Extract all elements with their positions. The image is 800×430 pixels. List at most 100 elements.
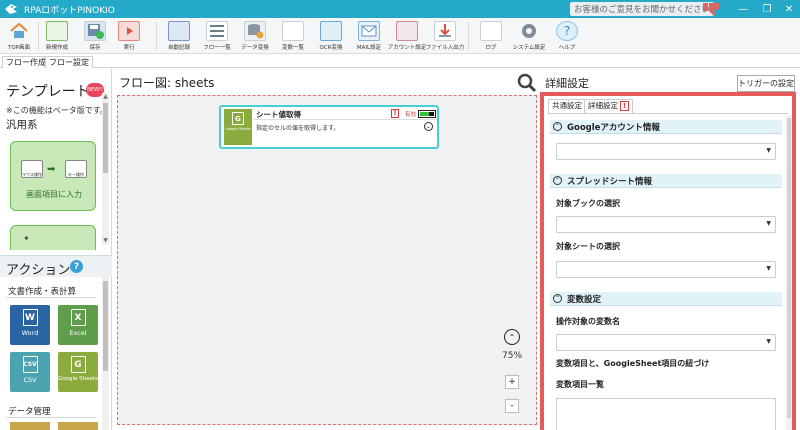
- toolbar-system-settings-button[interactable]: システム設定: [513, 20, 545, 52]
- warning-icon: !: [620, 101, 629, 111]
- ocr-icon: [320, 21, 342, 41]
- action-excel[interactable]: X Excel: [58, 305, 98, 345]
- minimize-button[interactable]: —: [732, 0, 754, 18]
- book-select-label: 対象ブックの選択: [556, 199, 620, 208]
- csv-icon: CSV: [22, 356, 38, 373]
- action-data-tile-2[interactable]: [58, 422, 98, 430]
- title-bar: RPAロボットPINOKIO お客様のご意見をお聞かせください — ❐ ✕: [0, 0, 800, 18]
- scroll-up-icon[interactable]: ▲: [102, 93, 109, 100]
- toolbar-new-button[interactable]: 新規作成: [42, 20, 72, 52]
- excel-icon: X: [70, 309, 86, 326]
- actions-title: アクション: [6, 263, 71, 278]
- thumbs-down-icon[interactable]: [702, 1, 724, 17]
- action-csv[interactable]: CSV CSV: [10, 352, 50, 392]
- toolbar-variable-list-button[interactable]: 変数一覧: [278, 20, 308, 52]
- tab-flow-settings[interactable]: フロー設定: [45, 56, 93, 68]
- search-icon[interactable]: [517, 73, 537, 93]
- category-docs: 文書作成・表計算: [8, 287, 77, 297]
- caret-down-icon: ▼: [766, 147, 771, 154]
- zoom-in-button[interactable]: +: [505, 375, 519, 389]
- chevron-up-icon[interactable]: ⌃: [553, 122, 562, 131]
- node-enabled-toggle[interactable]: [418, 110, 436, 118]
- toolbar-save-button[interactable]: 保存: [80, 20, 110, 52]
- section-google-account[interactable]: ⌃ Googleアカウント情報: [550, 120, 782, 134]
- chevron-down-icon[interactable]: ⌄: [424, 122, 433, 131]
- sheet-select[interactable]: ▼: [556, 261, 776, 278]
- toolbar-file-io-button[interactable]: ファイル入出力: [426, 20, 464, 52]
- google-account-select[interactable]: ▼: [556, 143, 776, 160]
- tab-common-settings[interactable]: 共通設定: [548, 99, 586, 113]
- section-variables[interactable]: ⌃ 変数設定: [550, 292, 782, 306]
- toolbar-data-convert-button[interactable]: データ変換: [240, 20, 270, 52]
- variable-list-label: 変数項目一覧: [556, 380, 604, 389]
- template-card-caption: 画面項目に入力: [26, 190, 82, 199]
- node-description: 指定のセルの値を取得します。: [256, 125, 340, 132]
- mapping-label: 変数項目と、GoogleSheet項目の紐づけ: [556, 359, 710, 368]
- template-scrollbar[interactable]: ▲ ▼: [102, 93, 109, 245]
- gear-icon: [518, 21, 540, 41]
- word-icon: W: [22, 309, 38, 326]
- trigger-settings-button[interactable]: トリガーの設定: [737, 75, 795, 92]
- variable-name-label: 操作対象の変数名: [556, 317, 620, 326]
- sheet-select-label: 対象シートの選択: [556, 242, 620, 251]
- variable-list-area[interactable]: [556, 398, 776, 430]
- flow-title: フロー図: sheets: [119, 76, 215, 90]
- variable-select[interactable]: ▼: [556, 334, 776, 351]
- toolbar-log-button[interactable]: ログ: [476, 20, 506, 52]
- google-sheets-icon: G: [70, 356, 86, 373]
- templates-title: テンプレート: [6, 84, 90, 100]
- left-panel: テンプレート NEW!! ※この機能はベータ版です。 汎用系 マウス操作 ➡ キ…: [0, 69, 112, 430]
- pinokio-logo-icon: [2, 0, 20, 18]
- toolbar: TOP画面 新規作成 保存 実行 自動記録 フロー一覧 データ変換 変数一覧 O…: [0, 18, 800, 54]
- sparkle-icon: ✦: [23, 234, 30, 243]
- actions-help-icon[interactable]: ?: [70, 260, 83, 273]
- mouse-icon: マウス操作: [21, 160, 43, 178]
- template-card-screen-input[interactable]: マウス操作 ➡ キー操作 画面項目に入力: [10, 141, 96, 211]
- scroll-down-icon[interactable]: ▼: [102, 237, 109, 244]
- tab-flow-create[interactable]: フロー作成: [2, 56, 50, 68]
- chevron-up-icon[interactable]: ⌃: [553, 294, 562, 303]
- toolbar-top-button[interactable]: TOP画面: [4, 20, 34, 52]
- run-icon: [118, 21, 140, 41]
- file-io-icon: [434, 21, 456, 41]
- app-title: RPAロボットPINOKIO: [24, 5, 115, 16]
- generic-category: 汎用系: [6, 119, 38, 131]
- template-card-next[interactable]: ✦: [10, 225, 96, 250]
- tab-detail-settings[interactable]: 詳細設定!: [584, 99, 633, 113]
- action-data-tile[interactable]: [10, 422, 50, 430]
- toolbar-record-button[interactable]: 自動記録: [164, 20, 194, 52]
- mail-icon: [358, 21, 380, 41]
- close-button[interactable]: ✕: [778, 0, 800, 18]
- node-title: シート値取得: [256, 110, 301, 119]
- toolbar-account-button[interactable]: アカウント設定: [388, 20, 426, 52]
- flow-node-get-sheet-value[interactable]: G Google Sheets シート値取得 ! 有効 指定のセルの値を取得しま…: [219, 105, 439, 149]
- save-icon: [84, 21, 106, 41]
- zoom-level: 75%: [502, 351, 523, 361]
- action-google-sheets[interactable]: G Google Sheets: [58, 352, 98, 392]
- flow-list-icon: [206, 21, 228, 41]
- actions-scrollbar[interactable]: [102, 277, 109, 430]
- toolbar-mail-button[interactable]: MAIL設定: [354, 20, 384, 52]
- book-select[interactable]: ▼: [556, 216, 776, 233]
- section-spreadsheet[interactable]: ⌃ スプレッドシート情報: [550, 174, 782, 188]
- new-file-icon: [46, 21, 68, 41]
- toolbar-ocr-button[interactable]: OCR変換: [316, 20, 346, 52]
- node-enabled-label: 有効: [405, 112, 417, 118]
- toolbar-flow-list-button[interactable]: フロー一覧: [202, 20, 232, 52]
- arrow-right-icon: ➡: [47, 164, 56, 175]
- actions-header: アクション ?: [0, 255, 112, 278]
- toolbar-run-button[interactable]: 実行: [114, 20, 144, 52]
- database-icon: [244, 21, 266, 41]
- beta-note: ※この機能はベータ版です。: [6, 106, 108, 115]
- action-word[interactable]: W Word: [10, 305, 50, 345]
- toolbar-help-button[interactable]: ? ヘルプ: [552, 20, 582, 52]
- details-scrollbar[interactable]: [786, 116, 792, 430]
- chevron-up-icon[interactable]: ⌃: [553, 176, 562, 185]
- flow-canvas[interactable]: G Google Sheets シート値取得 ! 有効 指定のセルの値を取得しま…: [117, 95, 537, 425]
- variable-list-icon: [282, 21, 304, 41]
- feedback-link[interactable]: お客様のご意見をお聞かせください: [570, 2, 715, 16]
- zoom-out-button[interactable]: -: [505, 399, 519, 413]
- maximize-button[interactable]: ❐: [756, 0, 778, 18]
- chevron-up-icon[interactable]: ⌃: [504, 329, 520, 345]
- caret-down-icon: ▼: [766, 265, 771, 272]
